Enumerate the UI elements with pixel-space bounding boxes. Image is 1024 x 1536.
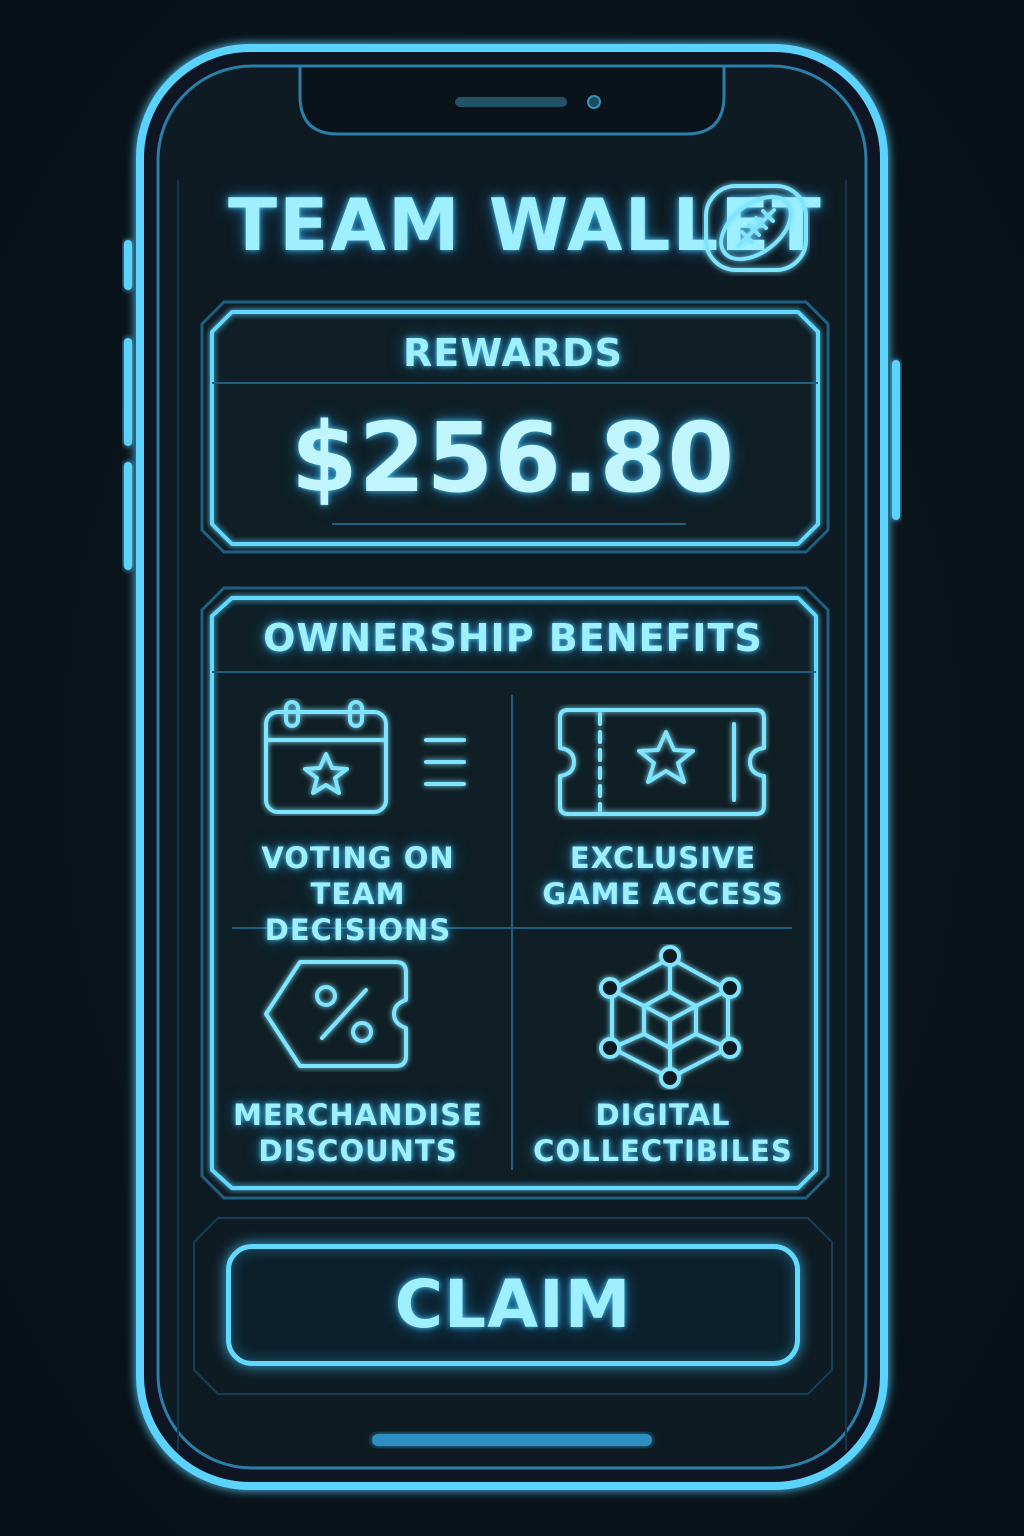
claim-button-label: CLAIM <box>394 1266 632 1343</box>
benefit-label-voting: VOTING ON TEAM DECISIONS <box>261 841 455 947</box>
ownership-benefits-label: OWNERSHIP BENEFITS <box>263 616 763 660</box>
rewards-label: REWARDS <box>402 331 623 375</box>
screen: TEAM WALLET REWARDS $256.80 OWNERSHIP BE… <box>0 0 1024 1536</box>
benefit-label-merch-discounts: MERCHANDISE DISCOUNTS <box>233 1098 483 1168</box>
network-cube-icon <box>599 945 741 1089</box>
calendar-star-icon <box>264 700 466 814</box>
claim-button[interactable]: CLAIM <box>226 1244 800 1366</box>
rewards-amount: $256.80 <box>290 402 736 514</box>
football-icon <box>704 184 808 272</box>
benefit-label-digital-collectibles: DIGITAL COLLECTIBILES <box>533 1098 793 1168</box>
discount-tag-icon <box>264 960 408 1068</box>
ticket-star-icon <box>558 708 766 816</box>
page-title: TEAM WALLET <box>228 183 823 267</box>
benefit-label-game-access: EXCLUSIVE GAME ACCESS <box>542 841 784 911</box>
